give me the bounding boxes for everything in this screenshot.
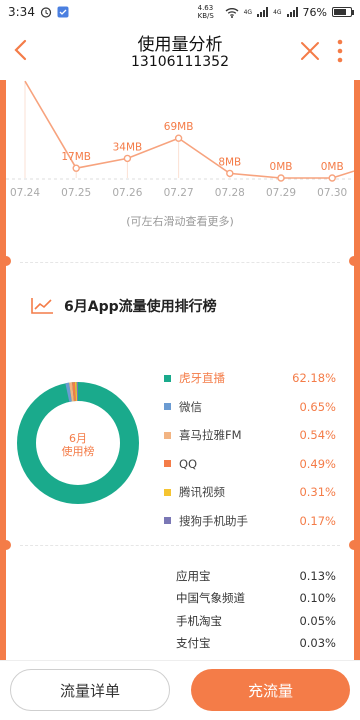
- section-divider: [20, 262, 340, 263]
- legend-app-percent: 0.65%: [299, 399, 336, 414]
- recharge-button[interactable]: 充流量: [191, 669, 350, 711]
- legend-app-name: QQ: [179, 456, 198, 471]
- chart-point: [72, 164, 80, 172]
- legend-item[interactable]: 虎牙直播 62.18%: [164, 364, 336, 393]
- other-app-percent: 0.13%: [299, 569, 336, 584]
- other-apps-list: 应用宝 0.13% 中国气象频道 0.10% 手机淘宝 0.05% 支付宝 0.03%: [176, 565, 336, 654]
- donut-center-label: 6月 使用榜: [17, 432, 139, 458]
- signal-1-icon: [257, 7, 269, 17]
- close-icon[interactable]: [298, 39, 322, 63]
- other-app-percent: 0.05%: [299, 613, 336, 628]
- app-header: 使用量分析 13106111352: [0, 24, 360, 80]
- ranking-legend: 虎牙直播 62.18% 微信 0.65% 喜马拉雅FM 0.54% QQ 0.49% 腾讯视频 0…: [164, 364, 336, 535]
- battery-percent: 76%: [302, 5, 327, 19]
- legend-app-percent: 62.18%: [292, 371, 336, 386]
- legend-app-percent: 0.49%: [299, 456, 336, 471]
- other-app-name: 应用宝: [176, 569, 211, 584]
- other-app-percent: 0.10%: [299, 591, 336, 606]
- list-item: 中国气象频道 0.10%: [176, 587, 336, 609]
- alarm-icon: [40, 7, 52, 18]
- legend-item[interactable]: QQ 0.49%: [164, 450, 336, 479]
- donut-center-line-2: 使用榜: [61, 445, 95, 458]
- legend-app-name: 搜狗手机助手: [179, 513, 248, 528]
- rail-dot: [349, 540, 359, 550]
- legend-item[interactable]: 喜马拉雅FM 0.54%: [164, 421, 336, 450]
- chart-x-tick-label: 07.25: [61, 187, 91, 199]
- legend-app-name: 喜马拉雅FM: [179, 428, 242, 443]
- rail-dot: [1, 540, 11, 550]
- legend-item[interactable]: 微信 0.65%: [164, 393, 336, 422]
- trend-chart-icon: [31, 298, 53, 314]
- chart-point: [328, 174, 336, 182]
- chart-x-tick-label: 07.30: [317, 187, 347, 199]
- daily-usage-chart[interactable]: 07.24 17MB 07.25 34MB 07.26 69MB 07.27 8MB 07.28…: [6, 80, 354, 230]
- chart-x-tick-label: 07.24: [10, 187, 40, 199]
- signal-2-icon: [286, 7, 298, 17]
- legend-app-percent: 0.31%: [299, 485, 336, 500]
- chart-point: [174, 134, 183, 142]
- legend-swatch: [164, 488, 171, 496]
- rail-dot: [1, 256, 11, 266]
- chart-point: [226, 169, 234, 178]
- list-item: 手机淘宝 0.05%: [176, 610, 336, 632]
- status-time: 3:34: [8, 5, 35, 19]
- chart-data-label: 17MB: [61, 151, 91, 163]
- legend-swatch: [164, 374, 171, 382]
- chart-point: [277, 174, 285, 182]
- legend-swatch: [164, 431, 171, 439]
- usage-detail-button[interactable]: 流量详单: [10, 669, 170, 711]
- legend-swatch: [164, 460, 171, 468]
- legend-app-name: 虎牙直播: [179, 371, 225, 386]
- net-speed: 4.63 KB/S: [197, 4, 214, 20]
- legend-item[interactable]: 搜狗手机助手 0.17%: [164, 507, 336, 536]
- legend-swatch: [164, 517, 171, 525]
- legend-app-percent: 0.17%: [299, 513, 336, 528]
- battery-fill: [334, 9, 347, 15]
- list-item: 支付宝 0.03%: [176, 632, 336, 654]
- other-app-name: 中国气象频道: [176, 591, 245, 606]
- other-app-name: 手机淘宝: [176, 613, 222, 628]
- legend-app-name: 微信: [179, 399, 202, 414]
- chart-data-label: 69MB: [164, 121, 194, 133]
- chart-x-tick-label: 07.29: [266, 187, 296, 199]
- scroll-hint: (可左右滑动查看更多): [126, 215, 234, 228]
- legend-app-percent: 0.54%: [299, 428, 336, 443]
- rail-dot: [349, 256, 359, 266]
- ranking-title: 6月App流量使用排行榜: [64, 299, 217, 315]
- legend-item[interactable]: 腾讯视频 0.31%: [164, 478, 336, 507]
- chart-x-tick-label: 07.27: [164, 187, 194, 199]
- legend-app-name: 腾讯视频: [179, 485, 225, 500]
- signal-1-label: 4G: [243, 8, 253, 16]
- chart-data-label: 8MB: [218, 156, 241, 168]
- right-rail: [354, 80, 360, 660]
- chart-point: [123, 154, 132, 163]
- battery-icon: [332, 7, 354, 17]
- chart-data-label: 0MB: [321, 161, 344, 173]
- chart-data-label: 34MB: [113, 141, 143, 153]
- chart-data-label: 0MB: [270, 161, 293, 173]
- more-vertical-icon[interactable]: [334, 38, 346, 64]
- section-divider: [20, 545, 340, 546]
- chart-x-tick-label: 07.26: [112, 187, 142, 199]
- signal-2-label: 4G: [273, 8, 282, 16]
- chart-x-tick-label: 07.28: [215, 187, 245, 199]
- donut-center-line-1: 6月: [69, 432, 87, 445]
- other-app-percent: 0.03%: [299, 636, 336, 651]
- legend-swatch: [164, 403, 171, 411]
- other-app-name: 支付宝: [176, 636, 211, 651]
- ranking-title-row: 6月App流量使用排行榜: [30, 296, 217, 316]
- wifi-icon: [225, 7, 239, 18]
- status-bar: 3:34 4.63 KB/S 4G 4G 76%: [0, 0, 360, 24]
- list-item: 应用宝 0.13%: [176, 565, 336, 587]
- shield-notification-icon: [57, 6, 69, 18]
- bottom-action-bar: 流量详单 充流量: [0, 660, 360, 720]
